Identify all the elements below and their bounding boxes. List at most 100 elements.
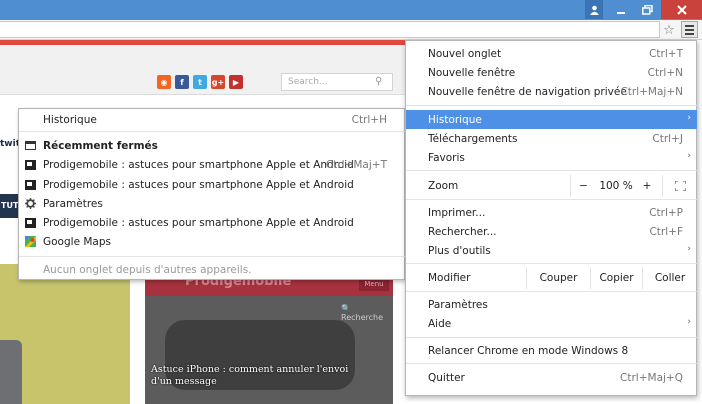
history-item-label: Paramètres	[43, 197, 103, 210]
menu-separator	[19, 256, 405, 257]
history-item-label: Google Maps	[43, 235, 111, 248]
device-image	[0, 340, 22, 404]
site-dark-strip[interactable]: TUT	[0, 194, 18, 218]
chevron-right-icon: ›	[687, 317, 691, 327]
history-item-label: Prodigemobile : astuces pour smartphone …	[43, 158, 354, 171]
history-item[interactable]: Prodigemobile : astuces pour smartphone …	[19, 213, 405, 232]
menu-item-label: Rechercher...	[428, 226, 497, 238]
page-thumbnail-icon	[25, 159, 36, 170]
cut-button[interactable]: Couper	[526, 267, 590, 289]
chrome-menu-button[interactable]	[681, 21, 698, 38]
menu-separator	[406, 291, 697, 292]
article-card[interactable]: Prodigemobile Menu 🔍 Recherche Astuce iP…	[145, 270, 393, 404]
zoom-level: 100 %	[599, 180, 633, 192]
menu-item-label: Téléchargements	[428, 133, 518, 145]
zoom-row: Zoom − 100 % +	[406, 175, 697, 197]
history-submenu-header[interactable]: Historique Ctrl+H	[19, 110, 405, 129]
history-label: Historique	[43, 113, 97, 126]
menu-item-history[interactable]: Historique ›	[406, 110, 697, 129]
chrome-main-menu: Nouvel onglet Ctrl+T Nouvelle fenêtre Ct…	[405, 40, 697, 396]
menu-item-label: Nouvel onglet	[428, 48, 502, 60]
menu-item-new-window[interactable]: Nouvelle fenêtre Ctrl+N	[406, 63, 697, 82]
menu-item-shortcut: Ctrl+F	[649, 226, 683, 238]
menu-item-label: Quitter	[428, 372, 465, 384]
zoom-label: Zoom	[428, 180, 459, 192]
menu-item-shortcut: Ctrl+N	[647, 67, 683, 79]
menu-item-incognito[interactable]: Nouvelle fenêtre de navigation privée Ct…	[406, 82, 697, 101]
menu-item-label: Nouvelle fenêtre	[428, 67, 516, 79]
menu-item-new-tab[interactable]: Nouvel onglet Ctrl+T	[406, 44, 697, 63]
browser-toolbar	[0, 20, 702, 40]
google-maps-icon	[25, 236, 36, 247]
chevron-right-icon: ›	[687, 151, 691, 161]
history-item[interactable]: Prodigemobile : astuces pour smartphone …	[19, 155, 405, 174]
menu-item-label: Plus d'outils	[428, 245, 491, 257]
menu-separator	[406, 199, 697, 200]
bookmark-star-icon[interactable]: ☆	[661, 21, 677, 39]
history-item[interactable]: Prodigemobile : astuces pour smartphone …	[19, 175, 405, 194]
menu-item-label: Paramètres	[428, 299, 488, 311]
minimize-button[interactable]	[608, 0, 634, 19]
menu-item-relaunch-windows8[interactable]: Relancer Chrome en mode Windows 8	[406, 341, 697, 360]
menu-item-label: Favoris	[428, 152, 465, 164]
other-devices-note: Aucun onglet depuis d'autres appareils.	[19, 260, 405, 279]
copy-button[interactable]: Copier	[590, 267, 642, 289]
menu-separator	[406, 337, 697, 338]
menu-item-print[interactable]: Imprimer... Ctrl+P	[406, 203, 697, 222]
article-image-search: 🔍 Recherche	[341, 304, 384, 322]
facebook-icon[interactable]: f	[175, 75, 189, 89]
address-bar[interactable]	[0, 21, 660, 38]
google-plus-icon[interactable]: g+	[211, 75, 225, 89]
zoom-out-button[interactable]: −	[570, 175, 596, 197]
fullscreen-icon[interactable]	[662, 175, 697, 197]
recently-closed-heading: Récemment fermés	[19, 136, 405, 155]
site-strip-text: twit	[0, 139, 18, 149]
user-profile-icon[interactable]	[585, 0, 603, 19]
chevron-right-icon: ›	[687, 113, 691, 123]
menu-separator	[406, 263, 697, 264]
history-item-label: Prodigemobile : astuces pour smartphone …	[43, 178, 354, 191]
menu-item-find[interactable]: Rechercher... Ctrl+F	[406, 222, 697, 241]
history-item-shortcut: Ctrl+Maj+T	[325, 158, 387, 171]
zoom-in-button[interactable]: +	[634, 175, 660, 197]
twitter-icon[interactable]: t	[193, 75, 207, 89]
menu-item-quit[interactable]: Quitter Ctrl+Maj+Q	[406, 368, 697, 387]
menu-item-bookmarks[interactable]: Favoris ›	[406, 148, 697, 167]
history-submenu: Historique Ctrl+H Récemment fermés Prodi…	[18, 108, 405, 280]
edit-label: Modifier	[428, 272, 471, 284]
search-icon[interactable]: ⚲	[375, 76, 382, 87]
maximize-button[interactable]	[634, 0, 660, 19]
site-header: ◉ f t g+ ▶ Search... ⚲	[0, 45, 420, 95]
page-thumbnail-icon	[25, 179, 36, 190]
menu-item-label: Nouvelle fenêtre de navigation privée	[428, 86, 627, 98]
article-title[interactable]: Astuce iPhone : comment annuler l'envoi …	[151, 364, 371, 388]
menu-item-more-tools[interactable]: Plus d'outils ›	[406, 241, 697, 260]
menu-item-shortcut: Ctrl+P	[649, 207, 683, 219]
recently-closed-label: Récemment fermés	[43, 139, 158, 152]
youtube-icon[interactable]: ▶	[229, 75, 243, 89]
menu-item-shortcut: Ctrl+J	[652, 133, 683, 145]
menu-separator	[406, 170, 697, 171]
menu-item-label: Aide	[428, 318, 452, 330]
menu-separator	[406, 105, 697, 106]
chevron-right-icon: ›	[687, 244, 691, 254]
close-button[interactable]	[661, 0, 702, 19]
menu-separator	[406, 363, 697, 364]
other-devices-note-label: Aucun onglet depuis d'autres appareils.	[43, 263, 252, 276]
history-item-label: Prodigemobile : astuces pour smartphone …	[43, 216, 354, 229]
paste-button[interactable]: Coller	[642, 267, 697, 289]
gear-icon	[25, 198, 36, 209]
edit-row: Modifier Couper Copier Coller	[406, 267, 697, 289]
menu-item-settings[interactable]: Paramètres	[406, 295, 697, 314]
menu-separator	[19, 131, 405, 132]
history-item[interactable]: Google Maps	[19, 232, 405, 251]
closed-tab-icon	[25, 140, 36, 151]
history-item[interactable]: Paramètres	[19, 194, 405, 213]
menu-item-downloads[interactable]: Téléchargements Ctrl+J	[406, 129, 697, 148]
menu-item-label: Imprimer...	[428, 207, 486, 219]
rss-icon[interactable]: ◉	[157, 75, 171, 89]
menu-item-help[interactable]: Aide ›	[406, 314, 697, 333]
menu-item-shortcut: Ctrl+T	[649, 48, 683, 60]
page-thumbnail-icon	[25, 217, 36, 228]
menu-item-label: Historique	[428, 114, 482, 126]
